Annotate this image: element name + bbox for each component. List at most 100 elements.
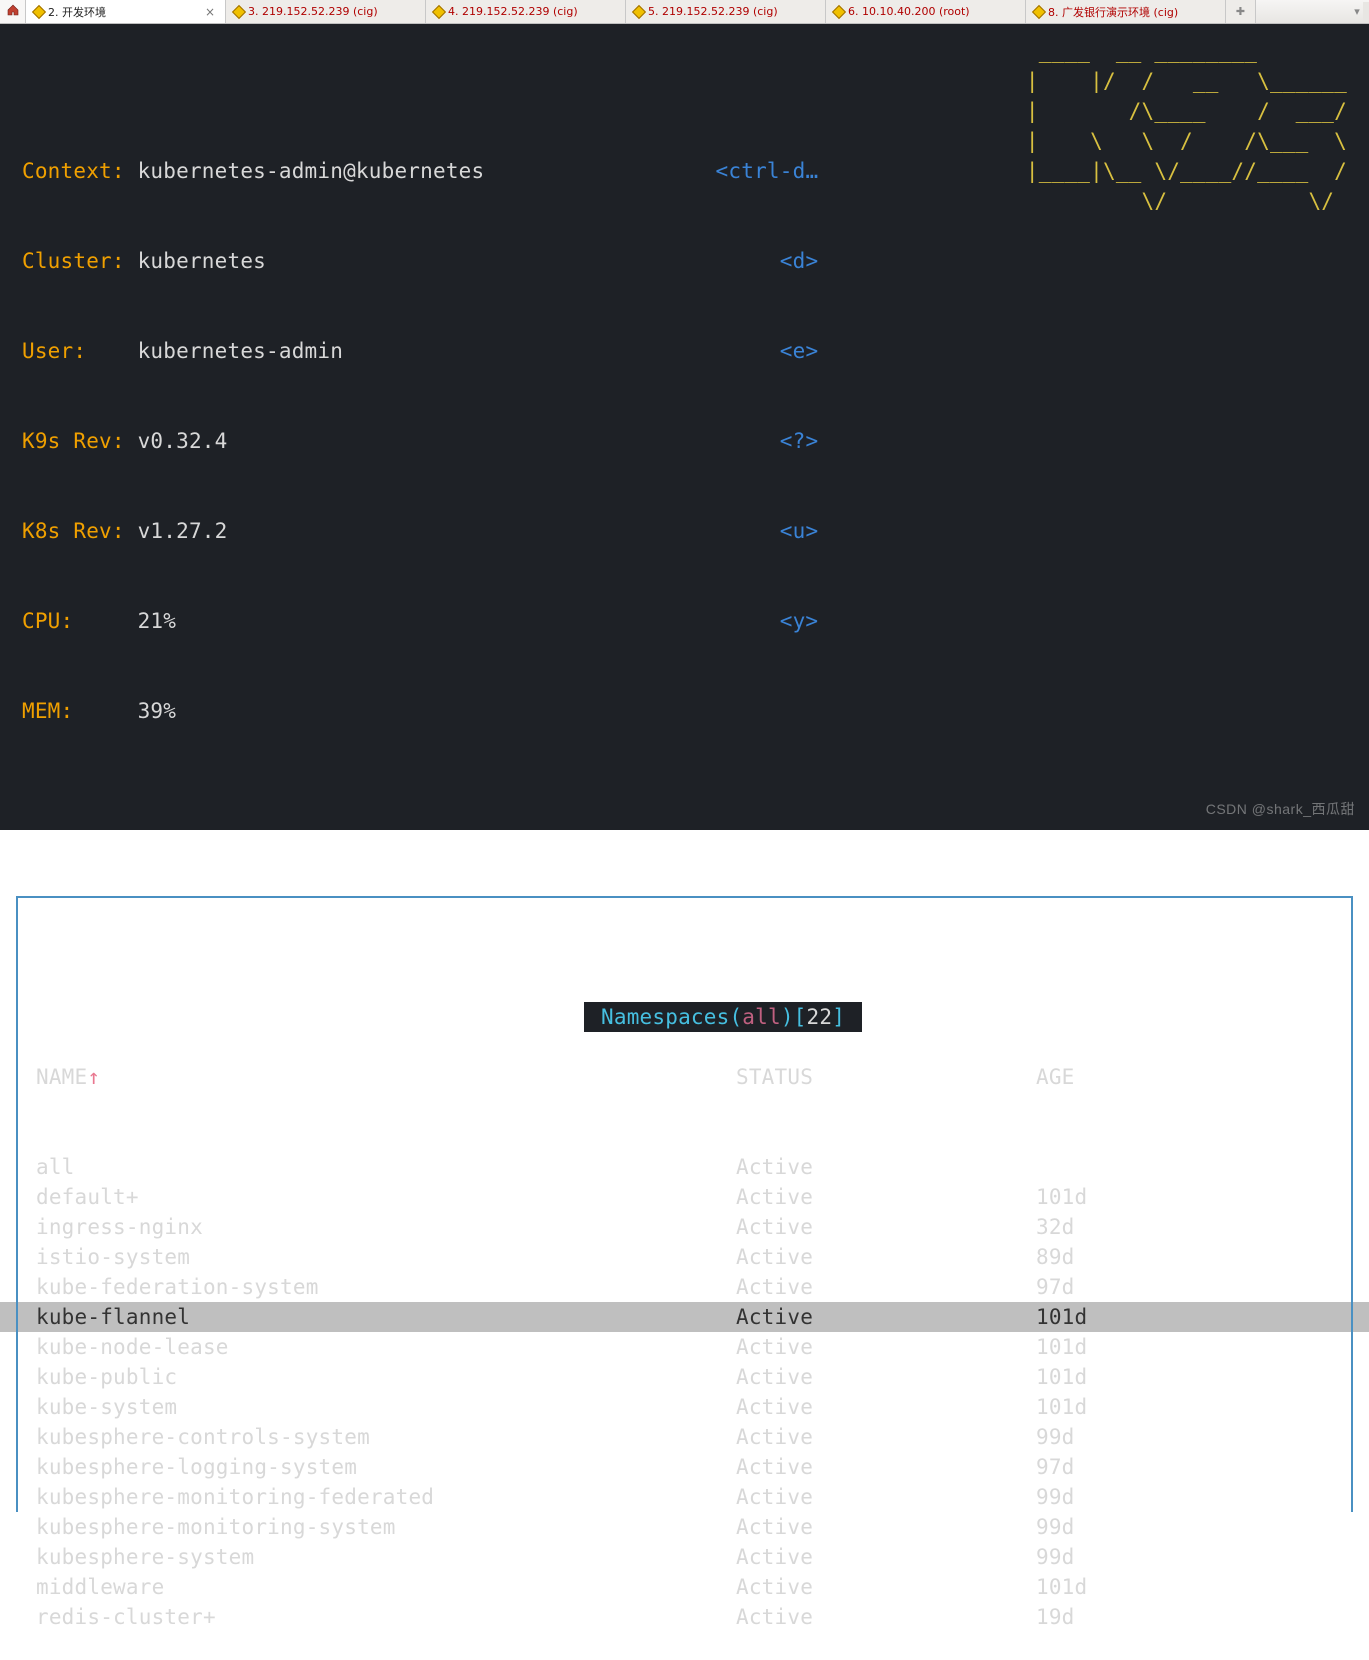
tab-label: 3. 219.152.52.239 (cig) bbox=[248, 5, 378, 18]
cell-age: 99d bbox=[1036, 1482, 1333, 1512]
info-label: K8s Rev: bbox=[22, 519, 125, 543]
cell-status: Active bbox=[736, 1182, 1036, 1212]
cell-status: Active bbox=[736, 1452, 1036, 1482]
tab-label: 2. 开发环境 bbox=[48, 4, 106, 20]
info-label: Cluster: bbox=[22, 249, 125, 273]
cell-age: 32d bbox=[1036, 1212, 1333, 1242]
table-row[interactable]: kubesphere-logging-systemActive97d bbox=[0, 1452, 1369, 1482]
terminal-tab-icon bbox=[1032, 4, 1046, 18]
table-row[interactable]: istio-systemActive89d bbox=[0, 1242, 1369, 1272]
cell-age: 101d bbox=[1036, 1362, 1333, 1392]
tab-label: 5. 219.152.52.239 (cig) bbox=[648, 5, 778, 18]
plus-icon: ✚ bbox=[1236, 5, 1245, 18]
col-name[interactable]: NAME bbox=[36, 1065, 87, 1089]
table-row[interactable]: kube-node-leaseActive101d bbox=[0, 1332, 1369, 1362]
cell-age: 99d bbox=[1036, 1422, 1333, 1452]
cell-name: kube-federation-system bbox=[36, 1272, 736, 1302]
info-label: MEM: bbox=[22, 699, 73, 723]
cell-name: kubesphere-controls-system bbox=[36, 1422, 736, 1452]
home-tab[interactable] bbox=[0, 0, 26, 23]
cell-name: kube-system bbox=[36, 1392, 736, 1422]
tab-label: 4. 219.152.52.239 (cig) bbox=[448, 5, 578, 18]
shortcut-key: <d> bbox=[780, 249, 819, 273]
terminal-tab-icon bbox=[232, 4, 246, 18]
cell-status: Active bbox=[736, 1422, 1036, 1452]
cell-status: Active bbox=[736, 1482, 1036, 1512]
cell-status: Active bbox=[736, 1512, 1036, 1542]
cell-age: 101d bbox=[1036, 1392, 1333, 1422]
namespaces-table: NAME↑ STATUS AGE allActivedefault+Active… bbox=[0, 1002, 1369, 1660]
tab[interactable]: 5. 219.152.52.239 (cig) bbox=[626, 0, 826, 23]
table-row[interactable]: kube-flannelActive101d bbox=[0, 1302, 1369, 1332]
box-border-right bbox=[1351, 896, 1353, 1512]
cell-status: Active bbox=[736, 1362, 1036, 1392]
close-icon[interactable]: × bbox=[203, 5, 217, 19]
cell-name: kube-node-lease bbox=[36, 1332, 736, 1362]
col-status[interactable]: STATUS bbox=[736, 1062, 1036, 1092]
info-label: K9s Rev: bbox=[22, 429, 125, 453]
info-value: 21% bbox=[138, 609, 177, 633]
right-gutter bbox=[1363, 2, 1369, 22]
tab[interactable]: 4. 219.152.52.239 (cig) bbox=[426, 0, 626, 23]
box-border-top bbox=[16, 896, 1353, 898]
terminal-tab-icon bbox=[432, 4, 446, 18]
cell-name: ingress-nginx bbox=[36, 1212, 736, 1242]
sort-indicator-icon: ↑ bbox=[87, 1065, 100, 1089]
terminal-view[interactable]: ____ __ ________ | |/ / __ \______ | /\_… bbox=[0, 24, 1369, 830]
info-value: kubernetes bbox=[138, 249, 266, 273]
tab[interactable]: 6. 10.10.40.200 (root) bbox=[826, 0, 1026, 23]
shortcut-key: <e> bbox=[780, 339, 819, 363]
table-row[interactable]: kubesphere-controls-systemActive99d bbox=[0, 1422, 1369, 1452]
tab[interactable]: 3. 219.152.52.239 (cig) bbox=[226, 0, 426, 23]
namespaces-box: Namespaces(all)[22] NAME↑ STATUS AGE all… bbox=[0, 822, 1369, 1660]
cell-age: 97d bbox=[1036, 1272, 1333, 1302]
table-row[interactable]: default+Active101d bbox=[0, 1182, 1369, 1212]
cell-age: 97d bbox=[1036, 1452, 1333, 1482]
col-age[interactable]: AGE bbox=[1036, 1062, 1333, 1092]
cell-name: middleware bbox=[36, 1572, 736, 1602]
cell-age: 101d bbox=[1036, 1182, 1333, 1212]
tab-label: 8. 广发银行演示环境 (cig) bbox=[1048, 4, 1178, 20]
table-row[interactable]: kube-federation-systemActive97d bbox=[0, 1272, 1369, 1302]
cell-status: Active bbox=[736, 1152, 1036, 1182]
tab[interactable]: 8. 广发银行演示环境 (cig) bbox=[1026, 0, 1226, 23]
terminal-tab-icon bbox=[832, 4, 846, 18]
cell-age: 99d bbox=[1036, 1512, 1333, 1542]
shortcut-key: <y> bbox=[780, 609, 819, 633]
cell-status: Active bbox=[736, 1602, 1036, 1632]
shortcut-key: <ctrl-d… bbox=[716, 159, 819, 183]
cell-name: redis-cluster+ bbox=[36, 1602, 736, 1632]
home-icon bbox=[6, 3, 20, 20]
cell-name: kube-flannel bbox=[36, 1302, 736, 1332]
cell-name: kube-public bbox=[36, 1362, 736, 1392]
table-row[interactable]: kubesphere-monitoring-systemActive99d bbox=[0, 1512, 1369, 1542]
table-row[interactable]: allActive bbox=[0, 1152, 1369, 1182]
k9s-ascii-logo: ____ __ ________ | |/ / __ \______ | /\_… bbox=[1026, 36, 1347, 216]
table-row[interactable]: kubesphere-systemActive99d bbox=[0, 1542, 1369, 1572]
cell-age: 101d bbox=[1036, 1302, 1333, 1332]
shortcut-key: <?> bbox=[780, 429, 819, 453]
cell-name: default+ bbox=[36, 1182, 736, 1212]
new-tab-button[interactable]: ✚ bbox=[1226, 0, 1256, 23]
info-value: kubernetes-admin bbox=[138, 339, 344, 363]
cell-status: Active bbox=[736, 1212, 1036, 1242]
table-row[interactable]: redis-cluster+Active19d bbox=[0, 1602, 1369, 1632]
table-row[interactable]: middlewareActive101d bbox=[0, 1572, 1369, 1602]
cell-status: Active bbox=[736, 1302, 1036, 1332]
cell-name: istio-system bbox=[36, 1242, 736, 1272]
cell-age: 19d bbox=[1036, 1602, 1333, 1632]
terminal-tab-icon bbox=[32, 4, 46, 18]
cell-status: Active bbox=[736, 1572, 1036, 1602]
info-label: Context: bbox=[22, 159, 125, 183]
info-value: 39% bbox=[138, 699, 177, 723]
tab[interactable]: 2. 开发环境 × bbox=[26, 0, 226, 23]
table-row[interactable]: ingress-nginxActive32d bbox=[0, 1212, 1369, 1242]
info-label: CPU: bbox=[22, 609, 73, 633]
table-row[interactable]: kube-systemActive101d bbox=[0, 1392, 1369, 1422]
table-header[interactable]: NAME↑ STATUS AGE bbox=[0, 1062, 1369, 1092]
tab-label: 6. 10.10.40.200 (root) bbox=[848, 5, 970, 18]
cell-age: 99d bbox=[1036, 1542, 1333, 1572]
box-border-left bbox=[16, 896, 18, 1512]
table-row[interactable]: kubesphere-monitoring-federatedActive99d bbox=[0, 1482, 1369, 1512]
table-row[interactable]: kube-publicActive101d bbox=[0, 1362, 1369, 1392]
